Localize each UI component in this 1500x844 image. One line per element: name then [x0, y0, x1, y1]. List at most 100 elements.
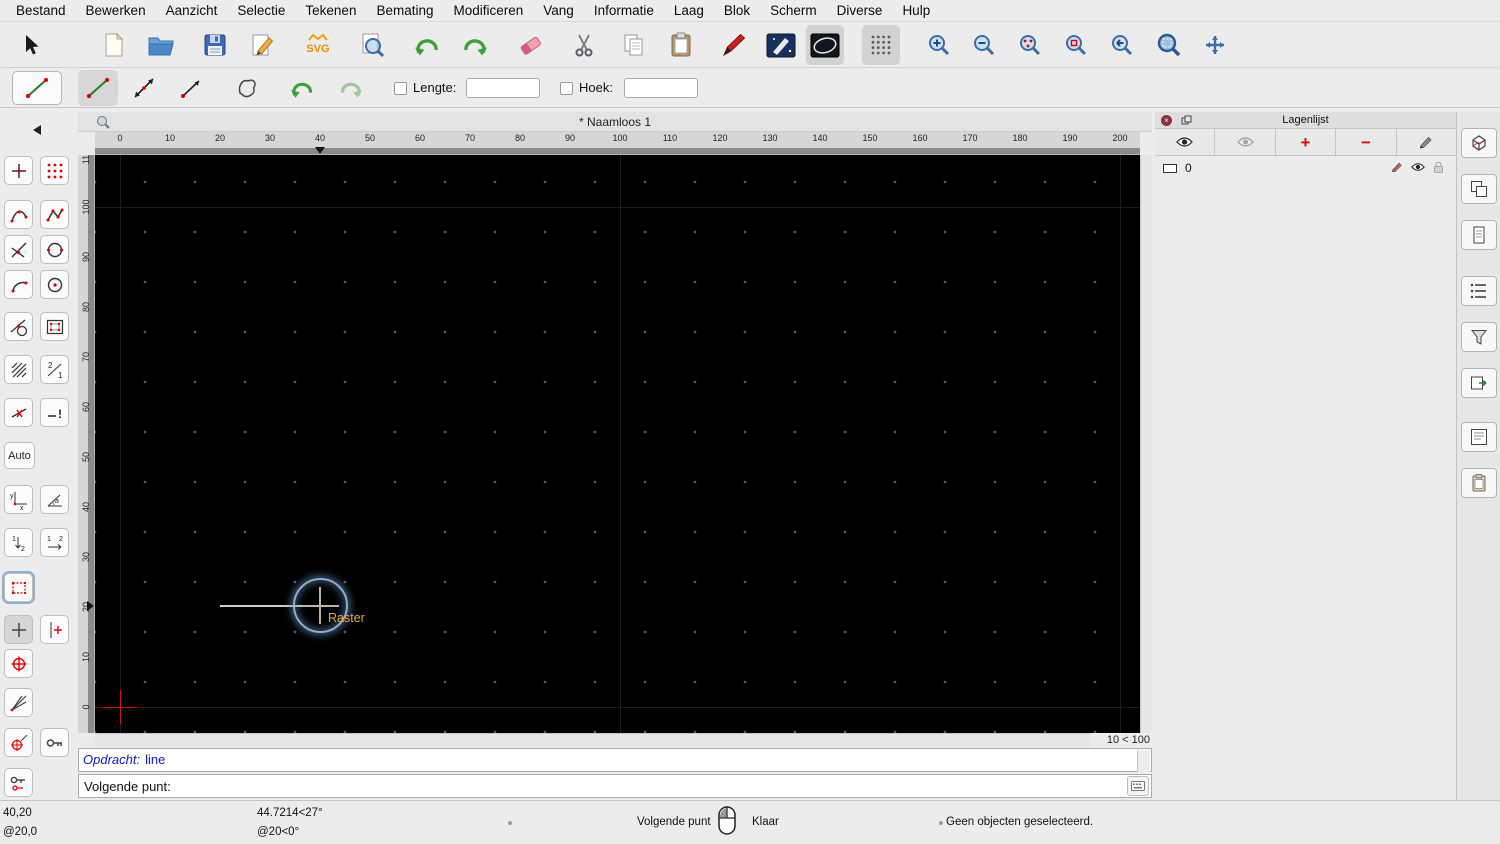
menu-item[interactable]: Bemating	[366, 0, 443, 22]
circle-center-tool-button[interactable]	[40, 270, 69, 299]
detach-panel-button[interactable]	[1181, 115, 1192, 126]
menu-item[interactable]: Tekenen	[295, 0, 366, 22]
back-button[interactable]	[283, 70, 323, 106]
circle-2p-tool-button[interactable]	[40, 235, 69, 264]
layout-panel-button[interactable]	[1461, 174, 1497, 204]
order-horizontal-tool-button[interactable]: 12	[40, 528, 69, 557]
angle-tool-button[interactable]: a	[40, 485, 69, 514]
zoom-auto-button[interactable]	[1011, 25, 1049, 65]
delete-button[interactable]	[512, 25, 550, 65]
property-editor-panel-button[interactable]	[1461, 128, 1497, 158]
zoom-pan-button[interactable]	[1196, 25, 1234, 65]
line-pair-tool-button[interactable]	[4, 235, 33, 264]
edit-drawing-button[interactable]	[243, 25, 281, 65]
ellipse-tool-button[interactable]	[806, 25, 844, 65]
snap-grid-button[interactable]	[40, 615, 69, 644]
snap-lock-button[interactable]	[40, 728, 69, 757]
list-panel-button[interactable]	[1461, 276, 1497, 306]
zoom-redraw-button[interactable]	[1057, 25, 1095, 65]
menu-item[interactable]: Scherm	[760, 0, 827, 22]
insert-image-tool-button[interactable]	[40, 312, 69, 341]
info-tool-button[interactable]: !	[40, 398, 69, 427]
draw-pen-button[interactable]	[715, 25, 753, 65]
spline-tool-button[interactable]	[4, 200, 33, 229]
menu-item[interactable]: Modificeren	[444, 0, 534, 22]
menu-item[interactable]: Aanzicht	[156, 0, 228, 22]
open-file-button[interactable]	[142, 25, 180, 65]
measure-tool-button[interactable]: 21	[40, 355, 69, 384]
pointer-button[interactable]	[12, 25, 50, 65]
layer-color-swatch[interactable]	[1163, 163, 1177, 173]
layer-lock-icon[interactable]	[1433, 161, 1444, 173]
command-history-scrollbar[interactable]	[1137, 750, 1150, 772]
save-file-button[interactable]	[196, 25, 234, 65]
menu-item[interactable]: Bestand	[6, 0, 76, 22]
property-editor-button[interactable]	[762, 25, 800, 65]
menu-item[interactable]: Informatie	[584, 0, 664, 22]
length-checkbox[interactable]	[394, 82, 407, 95]
menu-item[interactable]: Diverse	[827, 0, 893, 22]
snap-free-button[interactable]	[4, 615, 33, 644]
zoom-in-button[interactable]	[920, 25, 958, 65]
palette-back-button[interactable]	[28, 122, 46, 138]
cut-button[interactable]	[565, 25, 603, 65]
menu-item[interactable]: Blok	[714, 0, 760, 22]
layer-visible-eye-icon[interactable]	[1411, 162, 1425, 172]
zoom-previous-button[interactable]	[1103, 25, 1141, 65]
redo-button[interactable]	[455, 25, 493, 65]
snap-angle-button[interactable]	[4, 688, 33, 717]
layer-edit-pencil-icon[interactable]	[1391, 161, 1403, 173]
current-tool-button[interactable]	[12, 71, 62, 105]
hatch-tool-button[interactable]	[4, 355, 33, 384]
divide-tool-button[interactable]	[4, 398, 33, 427]
filter-panel-button[interactable]	[1461, 322, 1497, 352]
length-input[interactable]	[466, 78, 540, 98]
line-two-points-button[interactable]	[78, 70, 118, 106]
arc-tool-button[interactable]	[4, 270, 33, 299]
remove-layer-button[interactable]: −	[1336, 129, 1397, 156]
svg-export-button[interactable]: SVG	[299, 25, 337, 65]
close-panel-button[interactable]: ×	[1161, 115, 1172, 126]
menu-item[interactable]: Selectie	[227, 0, 295, 22]
command-options-button[interactable]	[1127, 776, 1149, 796]
zoom-window-button[interactable]	[1150, 25, 1188, 65]
tangent-tool-button[interactable]	[4, 312, 33, 341]
paste-button[interactable]	[662, 25, 700, 65]
hide-all-layers-button[interactable]	[1215, 129, 1276, 156]
layer-row[interactable]: 0	[1155, 158, 1456, 178]
new-file-button[interactable]	[95, 25, 133, 65]
drawing-canvas[interactable]: Raster	[95, 155, 1140, 733]
order-vertical-tool-button[interactable]: 12	[4, 528, 33, 557]
command-input[interactable]	[170, 776, 1127, 796]
page-panel-button[interactable]	[1461, 220, 1497, 250]
undo-button[interactable]	[409, 25, 447, 65]
menu-item[interactable]: Vang	[533, 0, 584, 22]
relative-zero-lock-button[interactable]	[4, 768, 33, 797]
export-panel-button[interactable]	[1461, 368, 1497, 398]
horizontal-scrollbar[interactable]	[95, 733, 1090, 747]
ortho-xy-tool-button[interactable]: yx	[4, 485, 33, 514]
grid-toggle-button[interactable]	[862, 25, 900, 65]
edit-layer-button[interactable]	[1396, 129, 1457, 156]
clipboard-panel-button[interactable]	[1461, 468, 1497, 498]
line-with-direction-button[interactable]	[171, 70, 211, 106]
add-layer-button[interactable]: +	[1275, 129, 1337, 156]
snap-center-button[interactable]	[4, 728, 33, 757]
vertical-scrollbar[interactable]	[1140, 155, 1152, 733]
zoom-out-button[interactable]	[965, 25, 1003, 65]
point-grid-tool-button[interactable]	[40, 156, 69, 185]
line-angle-button[interactable]	[124, 70, 164, 106]
copy-button[interactable]	[615, 25, 653, 65]
selection-box-tool-button[interactable]	[2, 571, 35, 604]
command-history-panel-button[interactable]	[1461, 422, 1497, 452]
forward-button[interactable]	[330, 70, 370, 106]
polyline-tool-button[interactable]	[40, 200, 69, 229]
polyline-freehand-button[interactable]	[227, 70, 267, 106]
angle-checkbox[interactable]	[560, 82, 573, 95]
menu-item[interactable]: Bewerken	[76, 0, 156, 22]
auto-snap-button[interactable]: Auto	[4, 442, 35, 469]
menu-item[interactable]: Hulp	[892, 0, 940, 22]
show-all-layers-button[interactable]	[1155, 129, 1216, 156]
snap-endpoint-button[interactable]	[4, 649, 33, 678]
angle-input[interactable]	[624, 78, 698, 98]
